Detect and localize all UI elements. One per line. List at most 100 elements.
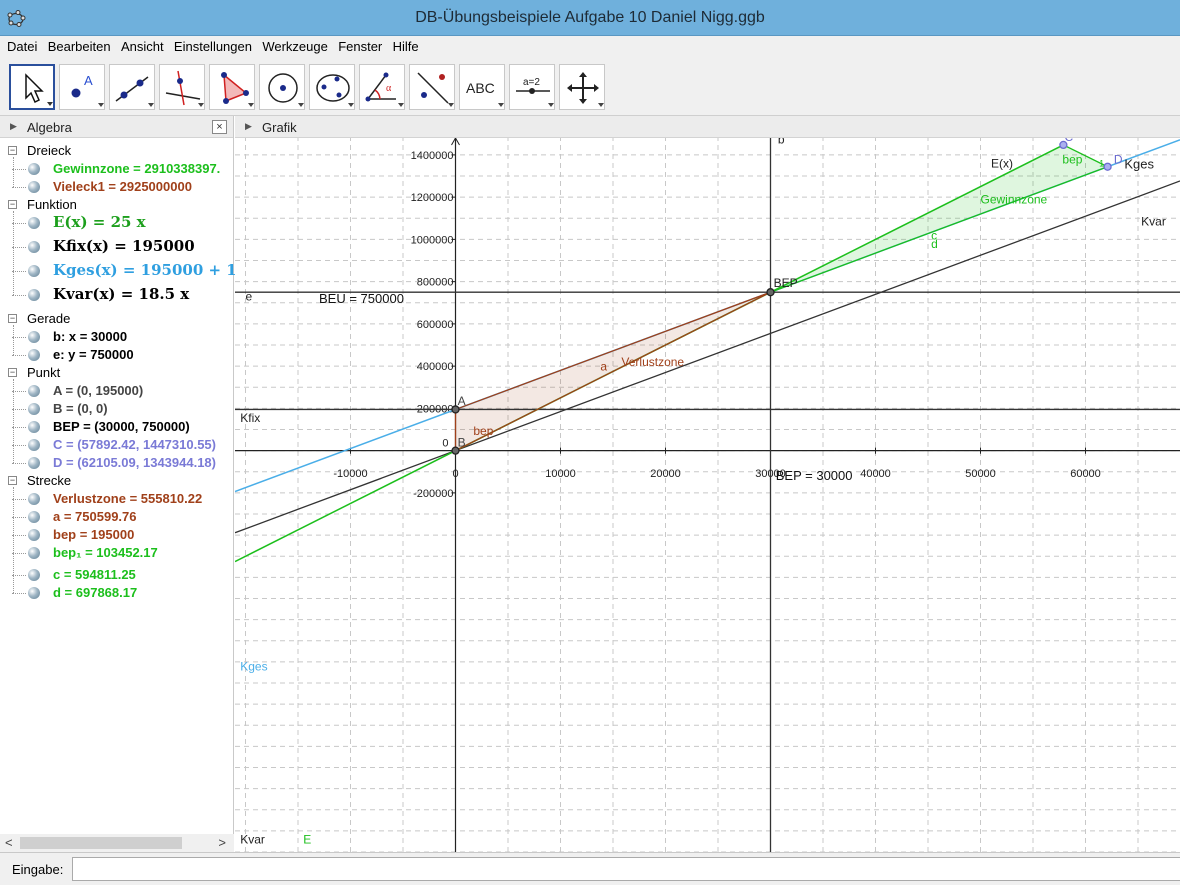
collapse-toggle-icon[interactable]: − [8,368,17,377]
reflect-tool-button[interactable] [409,64,455,110]
menu-ansicht[interactable]: Ansicht [121,36,164,54]
angle-tool-button[interactable]: α [359,64,405,110]
algebra-item-text: Kvar(x) = 18.5 x [53,285,190,303]
visibility-toggle-icon[interactable] [28,511,40,523]
horizontal-scrollbar[interactable]: < > [0,834,234,852]
label-e-bottom: E [303,833,311,847]
collapse-toggle-icon[interactable]: − [8,200,17,209]
collapse-toggle-icon[interactable]: − [8,476,17,485]
algebra-item-text: Verlustzone = 555810.22 [53,491,203,506]
menu-datei[interactable]: Datei [7,36,37,54]
collapse-toggle-icon[interactable]: − [8,314,17,323]
algebra-item-text: Kges(x) = 195000 + 18. [53,261,253,279]
visibility-toggle-icon[interactable] [28,403,40,415]
menu-bearbeiten[interactable]: Bearbeiten [48,36,111,54]
tree-connector [12,535,26,536]
tree-line [13,325,14,355]
visibility-toggle-icon[interactable] [28,289,40,301]
label-a: a [600,359,607,373]
polygon-tool-button[interactable] [209,64,255,110]
y-tick-label: 1200000 [411,192,454,204]
point-d[interactable] [1103,162,1112,171]
menu-werkzeuge[interactable]: Werkzeuge [262,36,328,54]
cursor-arrow-icon [25,73,53,106]
tree-connector [12,517,26,518]
label-kges: Kges [1124,157,1154,172]
algebra-item-text: B = (0, 0) [53,401,108,416]
visibility-toggle-icon[interactable] [28,331,40,343]
scroll-right-icon[interactable]: > [218,835,226,850]
collapse-toggle-icon[interactable]: − [8,146,17,155]
visibility-toggle-icon[interactable] [28,421,40,433]
category-label: Punkt [27,365,61,380]
visibility-toggle-icon[interactable] [28,385,40,397]
ellipse-tool-button[interactable] [309,64,355,110]
segment-d [770,166,1108,293]
close-icon[interactable]: × [212,120,227,134]
panel-collapse-icon[interactable]: ▶ [245,121,252,132]
visibility-toggle-icon[interactable] [28,439,40,451]
graphics-title: Grafik [262,120,297,135]
visibility-toggle-icon[interactable] [28,587,40,599]
algebra-item-text: E(x) = 25 x [53,213,146,231]
move-tool-button[interactable] [9,64,55,110]
y-tick-label: 1400000 [411,150,454,162]
line-kvar [235,180,1180,534]
algebra-item-text: bep₁ = 103452.17 [53,545,158,560]
algebra-item-text: BEP = (30000, 750000) [53,419,190,434]
panel-collapse-icon[interactable]: ▶ [10,121,17,132]
reflect-line-icon [417,72,454,107]
toolbar: A α ABC a=2 [0,58,1180,116]
visibility-toggle-icon[interactable] [28,265,40,277]
move-graphics-tool-button[interactable] [559,64,605,110]
algebra-title: Algebra [27,120,72,135]
tree-connector [12,271,26,272]
perpendicular-line-icon [165,70,204,107]
label-point-c: C [1065,138,1074,144]
scroll-thumb[interactable] [20,837,182,849]
y-tick-label: 600000 [417,319,454,331]
tree-connector [12,169,26,170]
visibility-toggle-icon[interactable] [28,241,40,253]
line-tool-button[interactable] [109,64,155,110]
menu-hilfe[interactable]: Hilfe [393,36,419,54]
visibility-toggle-icon[interactable] [28,569,40,581]
label-verlustzone: Verlustzone [621,355,684,369]
tree-connector [12,499,26,500]
algebra-item-text: Gewinnzone = 2910338397. [53,161,221,176]
algebra-item-text: C = (57892.42, 1447310.55) [53,437,216,452]
menu-fenster[interactable]: Fenster [338,36,382,54]
scroll-left-icon[interactable]: < [5,835,13,850]
slider-tool-button[interactable]: a=2 [509,64,555,110]
visibility-toggle-icon[interactable] [28,349,40,361]
circle-tool-button[interactable] [259,64,305,110]
visibility-toggle-icon[interactable] [28,529,40,541]
tree-connector [12,593,26,594]
input-field[interactable] [72,857,1180,881]
tree-line [13,379,14,463]
menu-einstellungen[interactable]: Einstellungen [174,36,252,54]
angle-icon: α [365,72,404,107]
algebra-item-text: bep = 195000 [53,527,135,542]
point-tool-button[interactable]: A [59,64,105,110]
visibility-toggle-icon[interactable] [28,457,40,469]
menu-bar: Datei Bearbeiten Ansicht Einstellungen W… [0,36,1180,58]
text-tool-button[interactable]: ABC [459,64,505,110]
visibility-toggle-icon[interactable] [28,493,40,505]
visibility-toggle-icon[interactable] [28,217,40,229]
visibility-toggle-icon[interactable] [28,181,40,193]
tree-line [13,157,14,187]
label-kges-bottom: Kges [240,659,267,673]
ellipse-icon [316,74,354,107]
tree-connector [12,445,26,446]
svg-text:ABC: ABC [466,80,495,96]
visibility-toggle-icon[interactable] [28,163,40,175]
label-b: b [778,138,785,146]
label-point-d: D [1114,152,1123,166]
label-kfix: Kfix [240,411,260,425]
label-e-of-x: E(x) [991,157,1013,171]
category-label: Strecke [27,473,72,488]
perpendicular-tool-button[interactable] [159,64,205,110]
visibility-toggle-icon[interactable] [28,547,40,559]
graphics-canvas[interactable]: -10000 0 10000 20000 30000 40000 50000 60000-20… [235,138,1180,852]
